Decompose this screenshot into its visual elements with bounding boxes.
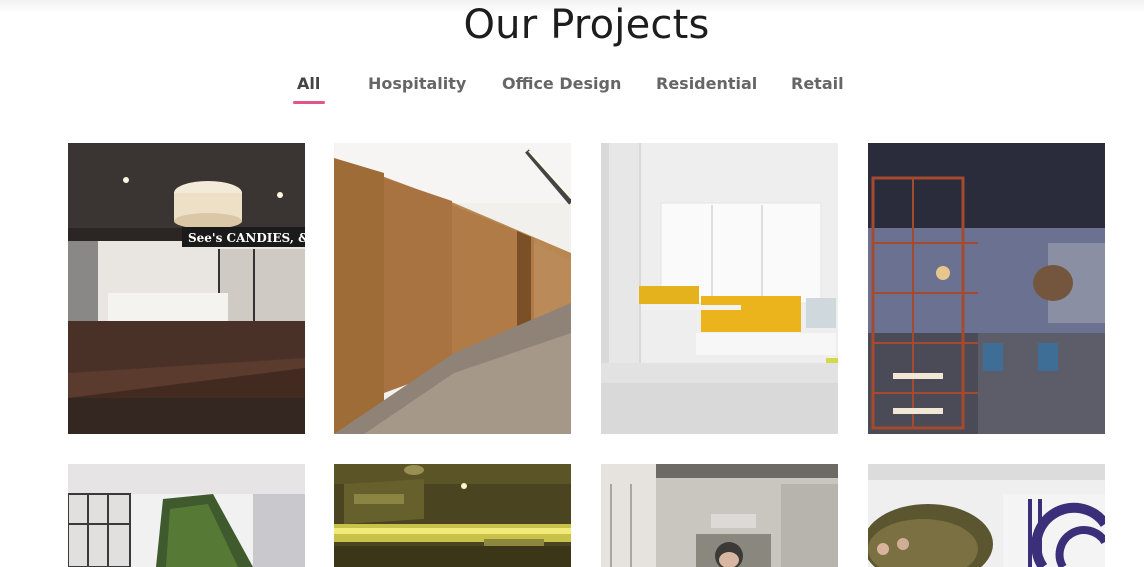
filter-tab-retail[interactable]: Retail [791,74,844,93]
filter-tab-residential[interactable]: Residential [656,74,757,93]
project-tile-graphic-wall[interactable] [868,464,1105,567]
project-tile-green-wall[interactable] [68,464,305,567]
project-tile-glass-office[interactable] [868,143,1105,434]
project-tile-open-office[interactable] [601,143,838,434]
graphic-wall-office-photo [868,464,1105,567]
project-tile-corridor[interactable] [334,143,571,434]
filter-tab-label: Office Design [502,74,622,93]
ceiling-lights-interior-photo [334,464,571,567]
project-tile-wall-art[interactable] [601,464,838,567]
office-wall-art-photo [601,464,838,567]
filter-tab-label: Retail [791,74,844,93]
filter-tab-label: All [297,74,321,93]
cafe-storefront-photo: See's CANDIES, & Cafe [68,143,305,434]
cafe-sign-text: See's CANDIES, & Cafe [188,231,305,245]
filter-tab-all[interactable]: All [293,74,326,104]
project-filter-tabs: All Hospitality Office Design Residentia… [0,74,1144,108]
open-office-desks-photo [601,143,838,434]
project-tile-ceiling-lights[interactable] [334,464,571,567]
filter-tab-label: Residential [656,74,758,93]
project-tile-cafe[interactable]: See's CANDIES, & Cafe [68,143,305,434]
filter-tab-label: Hospitality [368,74,467,93]
filter-tab-hospitality[interactable]: Hospitality [368,74,466,93]
active-tab-underline [293,101,326,104]
filter-tab-office-design[interactable]: Office Design [502,74,621,93]
wood-panel-corridor-photo [334,143,571,434]
page-title: Our Projects [463,2,710,48]
glass-office-shelving-photo [868,143,1105,434]
green-wall-interior-photo [68,464,305,567]
